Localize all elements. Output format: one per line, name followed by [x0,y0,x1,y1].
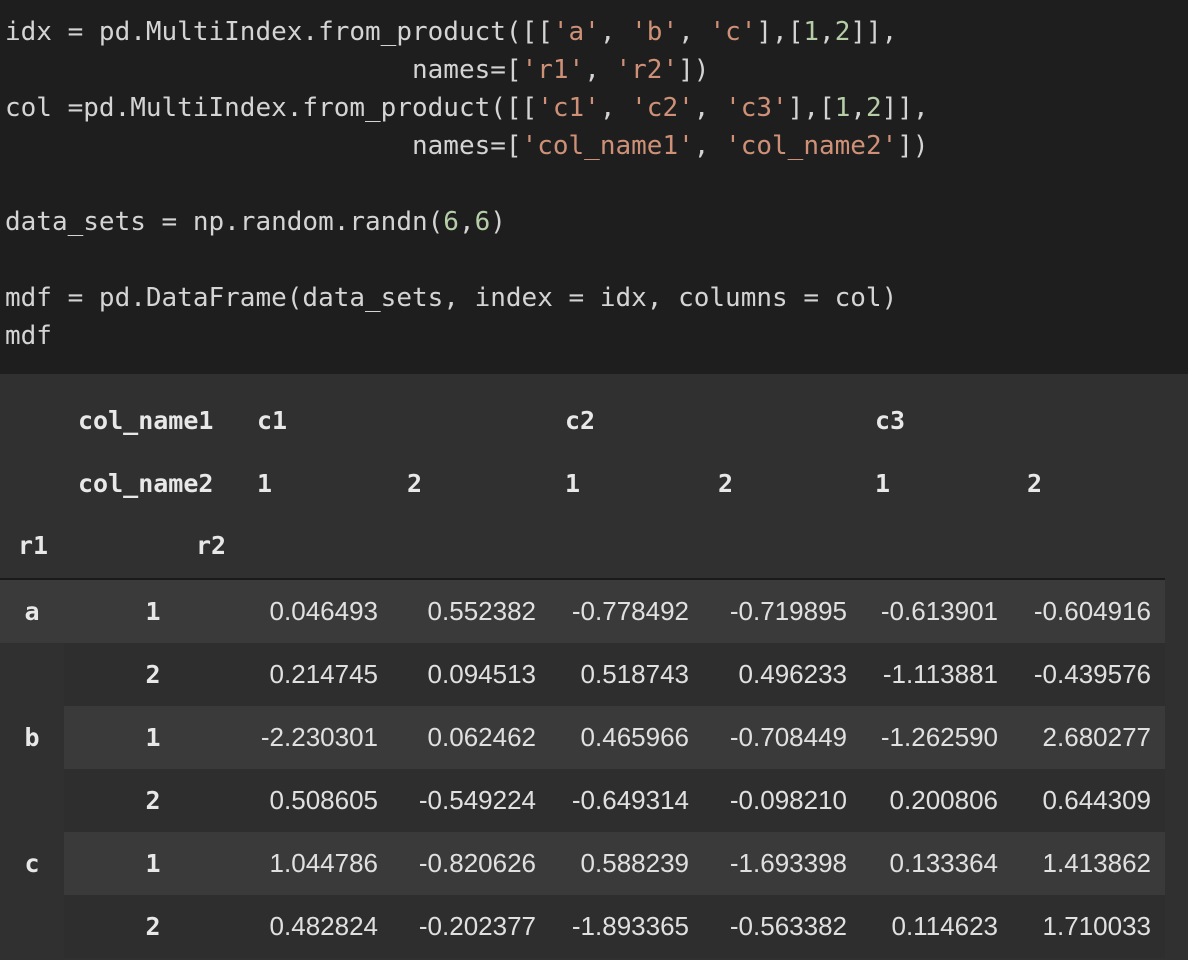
table-cell: 0.518743 [580,659,689,689]
table-cell: 0.214745 [269,659,378,689]
table-cell: 0.200806 [889,785,998,815]
table-cell: 0.094513 [427,659,536,689]
row-index-r2: 2 [145,912,161,941]
col-header-c2: c2 [565,406,596,435]
col-subheader: 2 [407,469,423,498]
table-cell: -0.202377 [418,911,536,941]
row-level-name-1: r1 [18,531,49,560]
table-cell: -0.563382 [729,911,847,941]
table-cell: -0.604916 [1033,596,1151,626]
code-line: mdf [5,321,52,351]
code-line: mdf = pd.DataFrame(data_sets, index = id… [5,283,898,313]
table-cell: -2.230301 [260,722,378,752]
row-index-r2: 2 [145,660,161,689]
table-cell: -0.778492 [571,596,689,626]
table-cell: 0.588239 [580,848,689,878]
col-level-name-2: col_name2 [78,469,214,498]
table-cell: 0.046493 [269,596,378,626]
col-subheader: 1 [565,469,581,498]
table-cell: 0.114623 [891,911,998,941]
row-index-r1: c [24,849,40,878]
code-line: col =pd.MultiIndex.from_product([['c1', … [5,93,929,123]
table-cell: -1.893365 [571,911,689,941]
table-cell: -0.549224 [418,785,536,815]
table-cell: -0.719895 [729,596,847,626]
table-cell: 0.062462 [427,722,536,752]
col-header-c1: c1 [257,406,288,435]
code-line: names=['col_name1', 'col_name2']) [5,131,929,161]
col-level-name-1: col_name1 [78,406,214,435]
table-cell: -1.693398 [729,848,847,878]
table-row: 2 0.214745 0.094513 0.518743 0.496233 -1.1138… [0,643,1165,706]
row-index-r1: a [24,597,40,626]
code-line: idx = pd.MultiIndex.from_product([['a', … [5,17,898,47]
table-cell: 0.496233 [738,659,847,689]
table-row: 2 0.508605 -0.549224 -0.649314 -0.098210 0.20… [0,769,1165,832]
row-index-r2: 1 [145,723,161,752]
row-index-r2: 1 [145,597,161,626]
col-subheader: 2 [1027,469,1043,498]
table-cell: -0.708449 [729,722,847,752]
table-cell: -0.649314 [571,785,689,815]
col-subheader: 1 [875,469,891,498]
table-cell: 1.044786 [269,848,378,878]
table-row: a 1 0.046493 0.552382 -0.778492 -0.719895 -0.6… [0,580,1165,643]
table-row: 2 0.482824 -0.202377 -1.893365 -0.563382 0.11… [0,895,1165,958]
output-area: col_name1 c1 c2 c3 col_name2 1 2 1 2 1 2… [0,374,1188,960]
table-cell: -1.262590 [880,722,998,752]
table-cell: 0.465966 [580,722,689,752]
table-cell: -0.439576 [1033,659,1151,689]
table-row: c 1 1.044786 -0.820626 0.588239 -1.693398 0.13… [0,832,1165,895]
table-cell: 0.508605 [269,785,378,815]
table-cell: 2.680277 [1042,722,1151,752]
table-cell: -0.820626 [418,848,536,878]
table-row: b 1 -2.230301 0.062462 0.465966 -0.708449 -1.2… [0,706,1165,769]
table-cell: 0.644309 [1042,785,1151,815]
table-cell: 0.482824 [269,911,378,941]
code-line: names=['r1', 'r2']) [5,55,710,85]
code-cell[interactable]: idx = pd.MultiIndex.from_product([['a', … [0,0,1188,374]
row-index-r1: b [24,723,40,752]
row-index-r2: 1 [145,849,161,878]
table-cell: 0.133364 [889,848,998,878]
table-cell: -0.098210 [729,785,847,815]
col-header-c3: c3 [875,406,906,435]
table-cell: -0.613901 [880,596,998,626]
row-level-name-2: r2 [196,531,227,560]
col-subheader: 1 [257,469,273,498]
code-line: data_sets = np.random.randn(6,6) [5,207,506,237]
table-cell: 1.710033 [1042,911,1151,941]
table-cell: -1.113881 [882,659,998,689]
row-index-r2: 2 [145,786,161,815]
table-cell: 1.413862 [1042,848,1151,878]
table-cell: 0.552382 [427,596,536,626]
col-subheader: 2 [718,469,734,498]
